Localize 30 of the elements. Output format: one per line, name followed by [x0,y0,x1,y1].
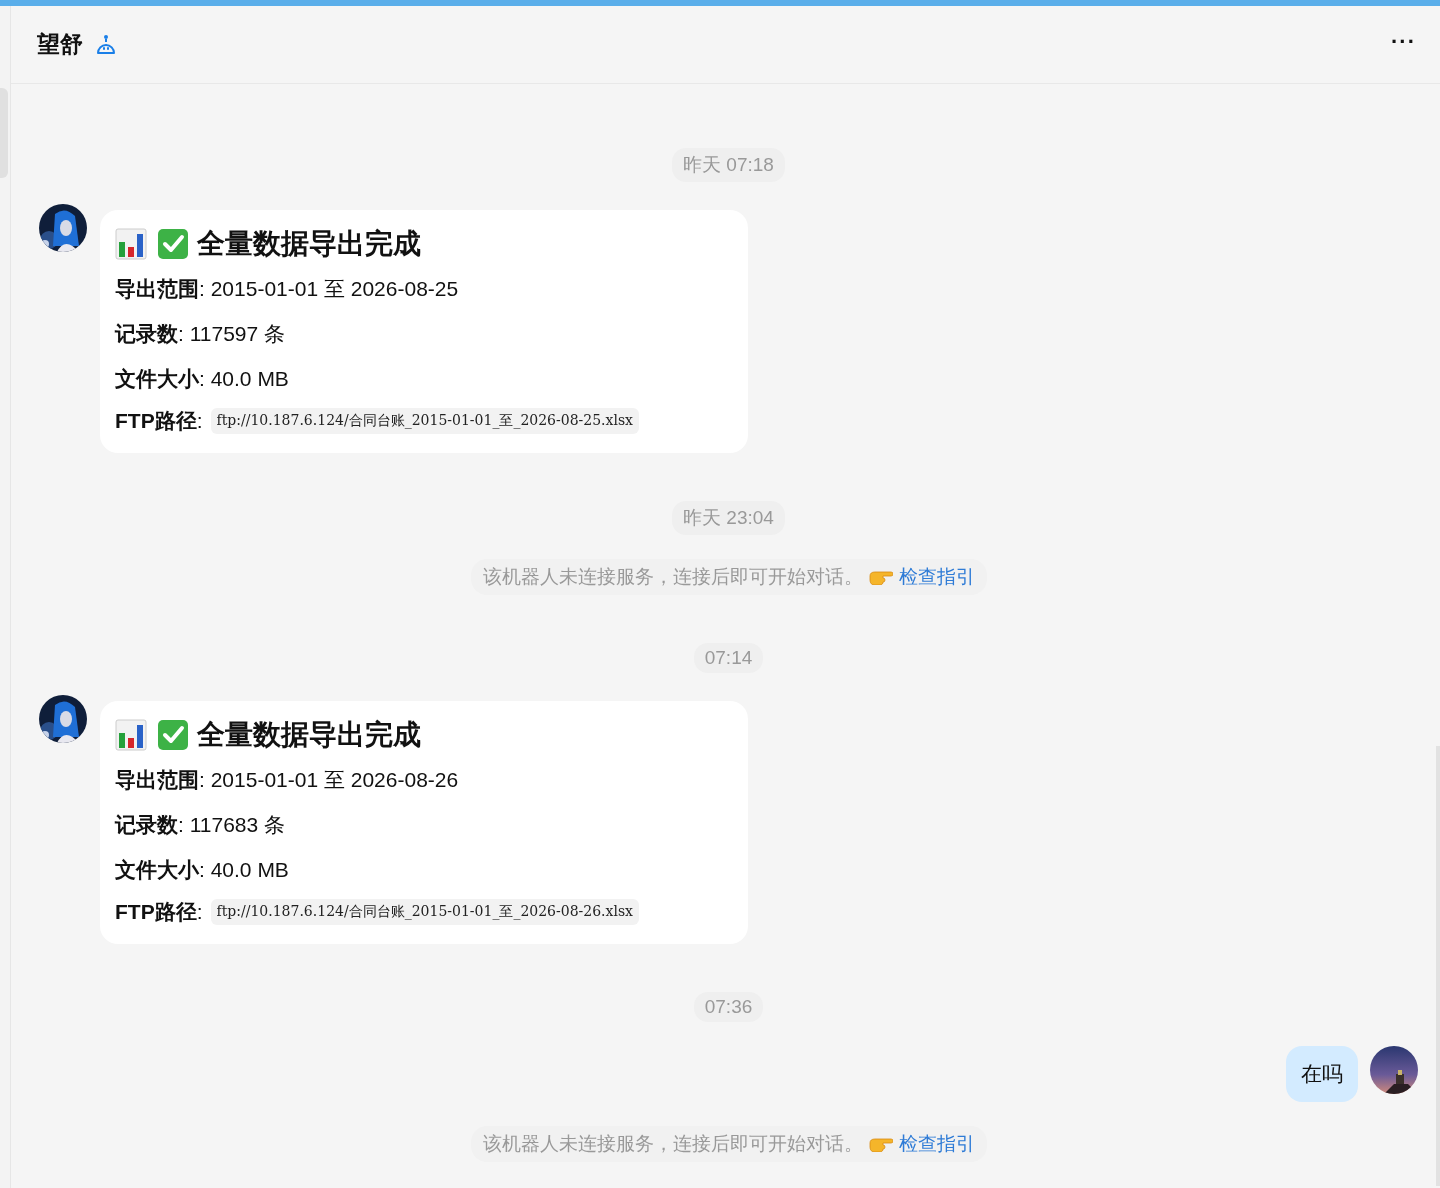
timestamp: 07:14 [693,643,764,673]
timestamp: 昨天 07:18 [672,148,785,182]
detail-line: 导出范围: 2015-01-01 至 2026-08-26 [115,766,460,793]
detail-line: 记录数: 117597 条 [115,320,287,347]
more-button[interactable]: ··· [1391,28,1416,61]
bar-chart-icon [115,228,147,260]
chat-title: 望舒 [37,30,83,59]
detail-line: 导出范围: 2015-01-01 至 2026-08-25 [115,275,460,302]
robot-icon [95,33,117,56]
timestamp: 07:36 [693,992,764,1022]
path-label: FTP路径: [115,408,203,434]
card-title: 全量数据导出完成 [197,718,421,752]
check-icon [157,719,189,751]
guide-link[interactable]: 检查指引 [898,564,975,590]
detail-line: 记录数: 117683 条 [115,811,287,838]
timestamp: 昨天 23:04 [672,501,785,535]
guide-link[interactable]: 检查指引 [898,1131,975,1157]
detail-line: 文件大小: 40.0 MB [115,365,290,392]
pointing-hand-icon [868,569,893,585]
notice-text: 该机器人未连接服务，连接后即可开始对话。 [482,565,863,589]
bar-chart-icon [115,719,147,751]
path-label: FTP路径: [115,899,203,925]
detail-line: 文件大小: 40.0 MB [115,856,290,883]
file-path: ftp://10.187.6.124/合同台账_2015-01-01_至_2026-08-26.xlsx [210,899,639,925]
card-title: 全量数据导出完成 [197,227,421,261]
check-icon [157,228,189,260]
pointing-hand-icon [868,1136,893,1152]
file-path: ftp://10.187.6.124/合同台账_2015-01-01_至_2026-08-25.xlsx [210,408,639,434]
notice-text: 该机器人未连接服务，连接后即可开始对话。 [482,1132,863,1156]
user-message: 在吗 [1286,1046,1358,1102]
